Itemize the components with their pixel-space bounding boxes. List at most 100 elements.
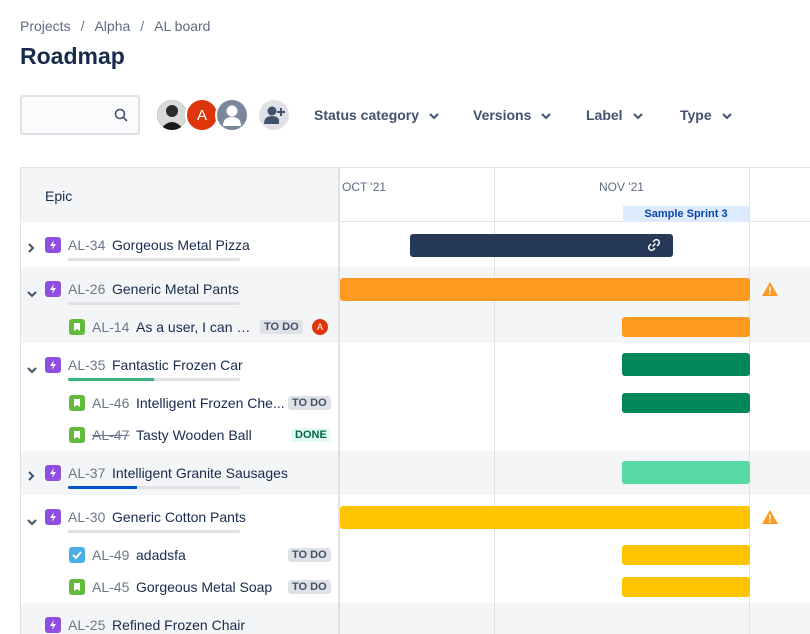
- user-avatar-photo[interactable]: [155, 98, 189, 132]
- task-icon: [69, 547, 85, 563]
- epic-row[interactable]: AL-25 Refined Frozen Chair: [21, 609, 339, 634]
- epic-progress-bar: [68, 378, 240, 381]
- issue-key[interactable]: AL-37: [68, 465, 105, 481]
- issue-title[interactable]: Gorgeous Metal Pizza: [112, 237, 312, 253]
- timeline-bar[interactable]: [622, 461, 750, 484]
- status-lozenge[interactable]: TO DO: [288, 396, 331, 410]
- epic-icon: [45, 509, 61, 525]
- epic-column-header: Epic: [21, 168, 339, 222]
- timeline-bar[interactable]: [410, 234, 673, 257]
- chevron-down-icon[interactable]: [27, 361, 37, 379]
- filter-label: Versions: [473, 107, 532, 123]
- epic-row[interactable]: AL-26 Generic Metal Pants: [21, 273, 339, 305]
- link-icon: [647, 238, 661, 257]
- issue-key[interactable]: AL-35: [68, 357, 105, 373]
- epic-icon: [45, 465, 61, 481]
- chevron-down-icon: [721, 107, 732, 123]
- issue-title[interactable]: Generic Cotton Pants: [112, 509, 312, 525]
- timeline-bar[interactable]: [622, 545, 750, 565]
- story-icon: [69, 579, 85, 595]
- timeline-bar[interactable]: [622, 393, 750, 413]
- epic-progress-bar: [68, 302, 240, 305]
- epic-icon: [45, 617, 61, 633]
- epic-icon: [45, 281, 61, 297]
- issue-row[interactable]: AL-45 Gorgeous Metal Soap TO DO: [21, 571, 339, 603]
- issue-title[interactable]: adadsfa: [136, 547, 286, 563]
- add-user-icon: [264, 106, 285, 124]
- issue-title[interactable]: Intelligent Frozen Che...: [136, 395, 286, 411]
- epic-progress-bar: [68, 530, 240, 533]
- issue-key[interactable]: AL-30: [68, 509, 105, 525]
- chevron-right-icon[interactable]: [27, 468, 35, 486]
- issue-title[interactable]: Gorgeous Metal Soap: [136, 579, 286, 595]
- search-icon: [114, 108, 128, 127]
- epic-progress-bar: [68, 258, 240, 261]
- warning-icon[interactable]: [761, 509, 779, 530]
- add-user-button[interactable]: [257, 98, 291, 132]
- epic-progress-bar: [68, 486, 240, 489]
- filter-label-text: Label: [586, 107, 623, 123]
- filter-versions[interactable]: Versions: [473, 107, 552, 123]
- month-label: NOV '21: [599, 180, 644, 194]
- timeline-bar[interactable]: [622, 317, 750, 337]
- timeline-bar[interactable]: [622, 353, 750, 376]
- issue-title[interactable]: Generic Metal Pants: [112, 281, 312, 297]
- filter-label[interactable]: Label: [586, 107, 643, 123]
- user-avatar-default[interactable]: [215, 98, 249, 132]
- chevron-down-icon: [541, 107, 552, 123]
- chevron-down-icon[interactable]: [27, 285, 37, 303]
- month-label: OCT '21: [342, 180, 387, 194]
- timeline-bar[interactable]: [622, 577, 750, 597]
- search-box[interactable]: [20, 95, 140, 135]
- epic-row[interactable]: AL-34 Gorgeous Metal Pizza: [21, 229, 339, 261]
- epic-row[interactable]: AL-30 Generic Cotton Pants: [21, 501, 339, 533]
- epic-column-label: Epic: [45, 188, 73, 204]
- issue-key[interactable]: AL-26: [68, 281, 105, 297]
- user-avatar-initial[interactable]: A: [185, 98, 219, 132]
- issue-row[interactable]: AL-49 adadsfa TO DO: [21, 539, 339, 571]
- sprint-marker[interactable]: Sample Sprint 3: [623, 206, 749, 222]
- issue-title[interactable]: Fantastic Frozen Car: [112, 357, 312, 373]
- issue-key[interactable]: AL-34: [68, 237, 105, 253]
- search-input[interactable]: [22, 97, 107, 133]
- status-lozenge[interactable]: TO DO: [260, 320, 303, 334]
- chevron-right-icon[interactable]: [27, 240, 35, 258]
- filter-label: Type: [680, 107, 712, 123]
- avatar-initial: A: [196, 106, 207, 124]
- issue-key[interactable]: AL-49: [92, 547, 129, 563]
- breadcrumb: Projects / Alpha / AL board: [20, 18, 211, 34]
- issue-key[interactable]: AL-25: [68, 617, 105, 633]
- story-icon: [69, 395, 85, 411]
- issue-key[interactable]: AL-46: [92, 395, 129, 411]
- breadcrumb-board[interactable]: AL board: [154, 18, 210, 34]
- status-lozenge[interactable]: TO DO: [288, 580, 331, 594]
- breadcrumb-projects[interactable]: Projects: [20, 18, 71, 34]
- epic-icon: [45, 357, 61, 373]
- issue-key[interactable]: AL-47: [92, 427, 129, 443]
- timeline-bar[interactable]: [340, 506, 750, 529]
- issue-title[interactable]: Refined Frozen Chair: [112, 617, 312, 633]
- issue-title[interactable]: Tasty Wooden Ball: [136, 427, 286, 443]
- filter-status-category[interactable]: Status category: [314, 107, 439, 123]
- timeline-bar[interactable]: [340, 278, 750, 301]
- issue-key[interactable]: AL-45: [92, 579, 129, 595]
- issue-key[interactable]: AL-14: [92, 319, 129, 335]
- status-lozenge[interactable]: TO DO: [288, 548, 331, 562]
- story-icon: [69, 427, 85, 443]
- issue-row[interactable]: AL-47 Tasty Wooden Ball DONE: [21, 419, 339, 451]
- chevron-down-icon: [632, 107, 643, 123]
- filter-type[interactable]: Type: [680, 107, 732, 123]
- issue-row[interactable]: AL-14 As a user, I can fi... TO DO A: [21, 311, 339, 343]
- issue-row[interactable]: AL-46 Intelligent Frozen Che... TO DO: [21, 387, 339, 419]
- assignee-avatar[interactable]: A: [312, 319, 328, 335]
- epic-row[interactable]: AL-37 Intelligent Granite Sausages: [21, 457, 339, 489]
- chevron-down-icon[interactable]: [27, 513, 37, 531]
- status-lozenge[interactable]: DONE: [291, 428, 331, 442]
- issue-title[interactable]: Intelligent Granite Sausages: [112, 465, 332, 481]
- default-user-icon: [223, 105, 241, 126]
- breadcrumb-project[interactable]: Alpha: [94, 18, 130, 34]
- story-icon: [69, 319, 85, 335]
- issue-title[interactable]: As a user, I can fi...: [136, 319, 254, 335]
- epic-row[interactable]: AL-35 Fantastic Frozen Car: [21, 349, 339, 381]
- warning-icon[interactable]: [761, 281, 779, 302]
